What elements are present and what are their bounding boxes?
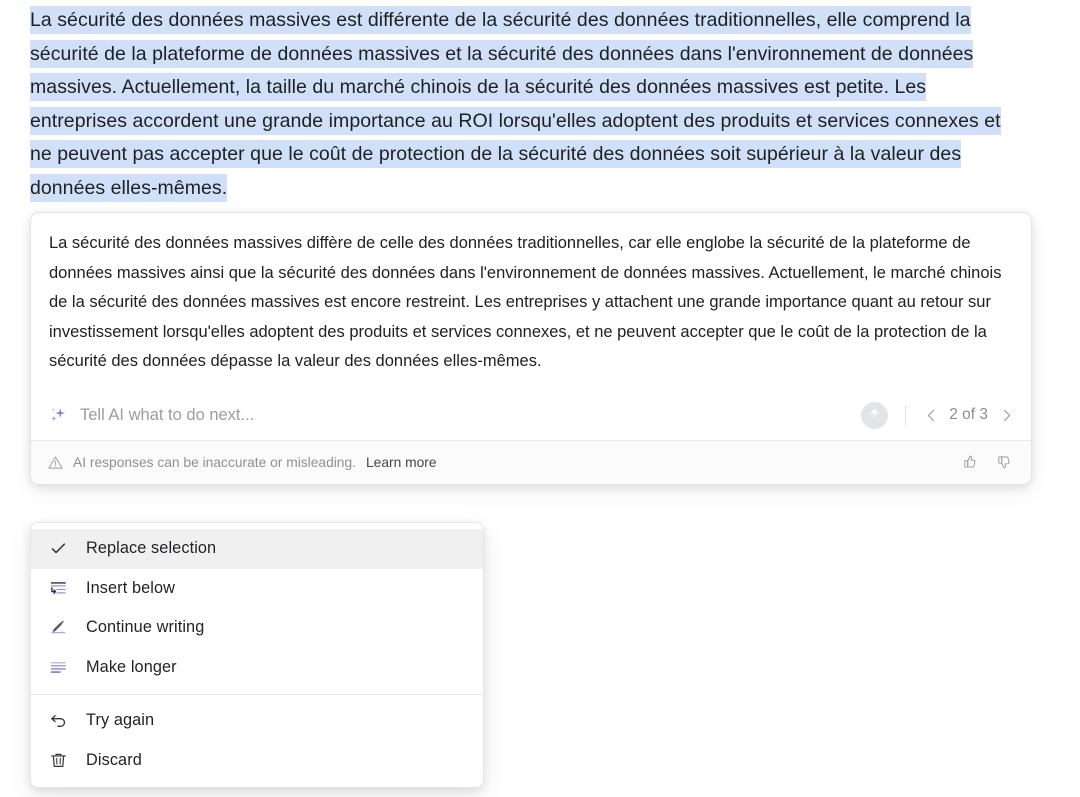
- menu-item-label: Insert below: [86, 578, 175, 597]
- thumbs-down-icon[interactable]: [991, 450, 1015, 474]
- menu-item-label: Discard: [86, 750, 142, 769]
- ai-writing-assistant-screen: La sécurité des données massives est dif…: [0, 0, 1080, 797]
- response-pager: 2 of 3: [920, 404, 1017, 426]
- toolbar-divider: [905, 404, 907, 426]
- warning-triangle-icon: [48, 455, 63, 470]
- menu-item-make-longer[interactable]: Make longer: [31, 648, 483, 688]
- document-selected-paragraph[interactable]: La sécurité des données massives est dif…: [30, 4, 1010, 205]
- learn-more-link[interactable]: Learn more: [366, 455, 437, 470]
- pager-label: 2 of 3: [949, 406, 988, 424]
- submit-prompt-button[interactable]: [861, 401, 889, 429]
- sparkle-icon: [48, 405, 68, 425]
- ai-prompt-row: 2 of 3: [31, 391, 1031, 440]
- insert-below-icon: [49, 579, 68, 598]
- ai-actions-menu: Replace selection Insert below Continue …: [30, 522, 484, 788]
- ai-disclaimer-text: AI responses can be inaccurate or mislea…: [73, 454, 356, 470]
- menu-item-discard[interactable]: Discard: [31, 741, 483, 781]
- menu-item-try-again[interactable]: Try again: [31, 701, 483, 741]
- menu-item-label: Try again: [86, 711, 155, 730]
- check-icon: [49, 539, 68, 558]
- menu-item-continue-writing[interactable]: Continue writing: [31, 608, 483, 648]
- menu-item-label: Replace selection: [86, 539, 217, 558]
- menu-item-insert-below[interactable]: Insert below: [31, 569, 483, 609]
- ai-response-text: La sécurité des données massives diffère…: [49, 234, 1002, 371]
- chevron-left-icon[interactable]: [920, 404, 942, 426]
- ai-prompt-input[interactable]: [80, 402, 854, 429]
- chevron-right-icon[interactable]: [995, 404, 1017, 426]
- undo-arrow-icon: [49, 711, 68, 730]
- thumbs-up-icon[interactable]: [957, 450, 981, 474]
- menu-item-label: Make longer: [86, 657, 177, 676]
- menu-item-replace-selection[interactable]: Replace selection: [31, 529, 483, 569]
- ai-disclaimer-bar: AI responses can be inaccurate or mislea…: [31, 439, 1031, 484]
- selection-highlight: La sécurité des données massives est dif…: [30, 6, 1001, 202]
- menu-item-label: Continue writing: [86, 618, 205, 637]
- arrow-up-icon: [867, 406, 882, 424]
- make-longer-icon: [49, 658, 68, 677]
- trash-icon: [49, 751, 68, 770]
- pencil-icon: [49, 618, 68, 637]
- menu-divider: [31, 694, 483, 695]
- ai-response-card: La sécurité des données massives diffère…: [30, 212, 1032, 485]
